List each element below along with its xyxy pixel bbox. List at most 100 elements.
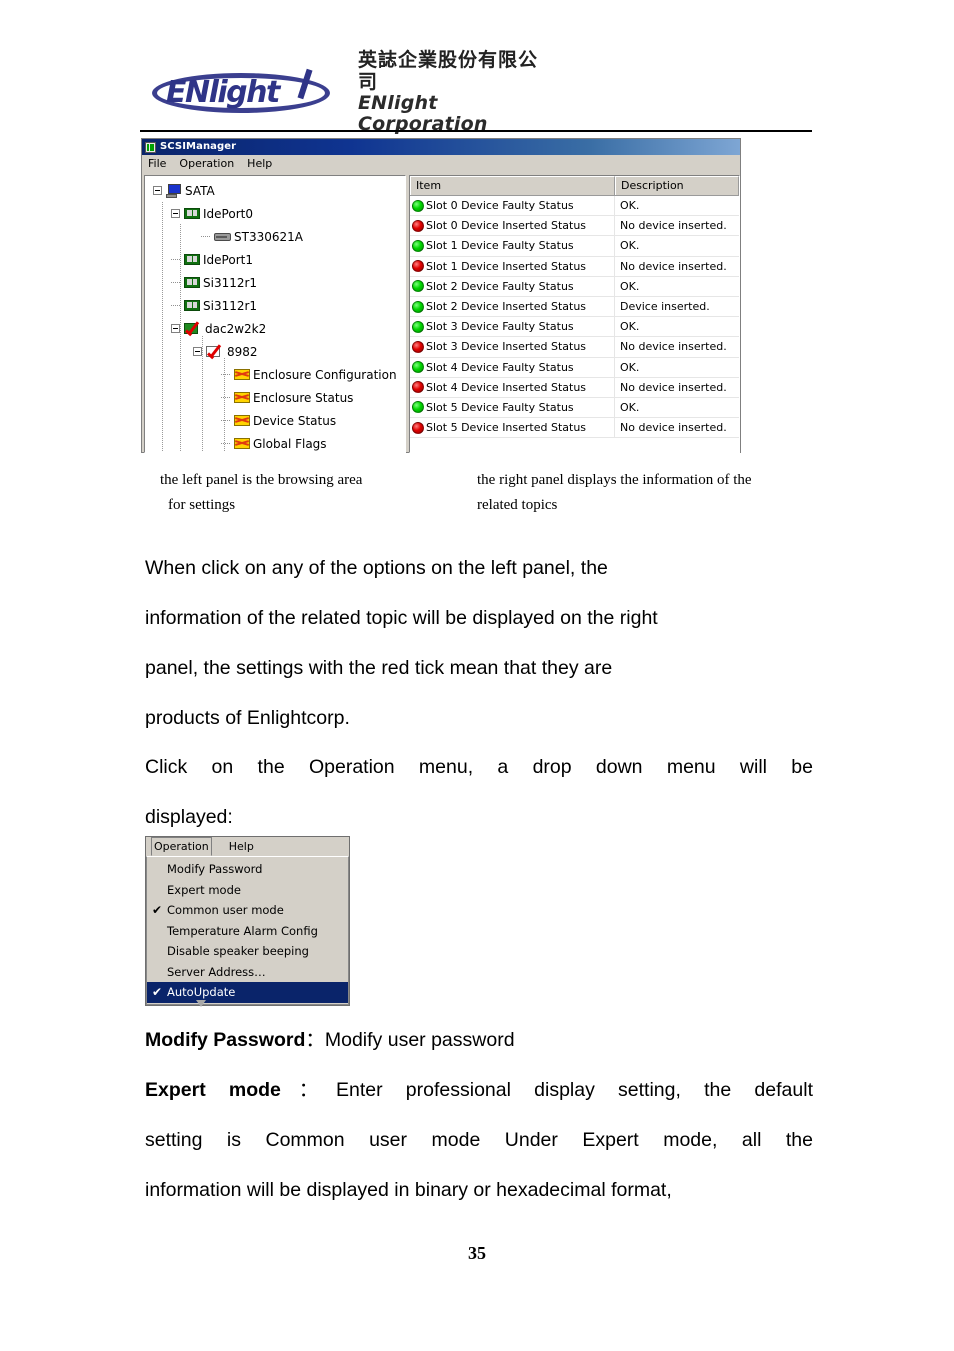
table-row[interactable]: Slot 5 Device Inserted Status No device … bbox=[410, 418, 739, 439]
caption-right-panel: the right panel displays the information… bbox=[477, 468, 842, 518]
definition-term: Expert mode bbox=[145, 1079, 281, 1101]
row-item-cell: Slot 2 Device Faulty Status bbox=[410, 276, 615, 296]
table-row[interactable]: Slot 4 Device Inserted Status No device … bbox=[410, 377, 739, 398]
column-header-item[interactable]: Item bbox=[410, 176, 615, 195]
row-item-label: Slot 1 Device Faulty Status bbox=[426, 239, 574, 253]
enlight-logo-mark: ENlight bbox=[152, 67, 342, 119]
row-item-label: Slot 2 Device Faulty Status bbox=[426, 279, 574, 293]
table-row[interactable]: Slot 0 Device Faulty Status OK. bbox=[410, 196, 739, 217]
tree-item-label: Device Status bbox=[253, 413, 337, 428]
menu-item-temperature-alarm-config[interactable]: Temperature Alarm Config bbox=[147, 921, 348, 942]
table-row[interactable]: Slot 4 Device Faulty Status OK. bbox=[410, 357, 739, 378]
logo-wordmark: ENlight bbox=[166, 75, 280, 110]
definition-line: Expert mode：Enter professional display s… bbox=[145, 1065, 813, 1115]
menu-item-label: Temperature Alarm Config bbox=[167, 923, 318, 938]
tree-item-si3112r1-a[interactable]: Si3112r1 bbox=[145, 271, 405, 294]
row-description-cell: No device inserted. bbox=[620, 219, 727, 233]
menu-help[interactable]: Help bbox=[226, 838, 257, 855]
table-row[interactable]: Slot 3 Device Inserted Status No device … bbox=[410, 337, 739, 358]
tree-item-enclosure-configuration[interactable]: Enclosure Configuration bbox=[145, 363, 405, 386]
expander-minus-icon[interactable] bbox=[171, 209, 180, 218]
device-tree-panel[interactable]: SATA IdePort0 ST330621A IdePort1 Si3112r… bbox=[144, 175, 406, 453]
tree-item-ideport1[interactable]: IdePort1 bbox=[145, 248, 405, 271]
dropdown-menubar: Operation Help bbox=[146, 837, 349, 856]
tree-item-label: SATA bbox=[185, 183, 215, 198]
row-description-cell: OK. bbox=[620, 360, 640, 374]
status-list-panel[interactable]: Item Description Slot 0 Device Faulty St… bbox=[409, 175, 740, 453]
drive-icon bbox=[214, 232, 231, 242]
table-row[interactable]: Slot 0 Device Inserted Status No device … bbox=[410, 216, 739, 237]
flag-icon bbox=[234, 368, 250, 381]
tree-connector bbox=[171, 301, 180, 310]
menu-help[interactable]: Help bbox=[247, 157, 272, 171]
menu-item-modify-password[interactable]: Modify Password bbox=[147, 859, 348, 880]
paragraph-line: panel, the settings with the red tick me… bbox=[145, 657, 613, 679]
menu-item-common-user-mode[interactable]: ✔ Common user mode bbox=[147, 900, 348, 921]
tree-item-label: Global Flags bbox=[253, 436, 327, 451]
table-row[interactable]: Slot 1 Device Faulty Status OK. bbox=[410, 236, 739, 257]
checkmark-icon: ✔ bbox=[151, 903, 163, 918]
tree-guide-line bbox=[162, 202, 163, 452]
menu-file[interactable]: File bbox=[148, 157, 166, 171]
row-item-cell: Slot 5 Device Inserted Status bbox=[410, 418, 615, 438]
column-header-description[interactable]: Description bbox=[615, 176, 739, 195]
tree-item-dac2w2k2[interactable]: dac2w2k2 bbox=[145, 317, 405, 340]
window-titlebar: SCSIManager bbox=[142, 139, 740, 155]
menu-item-server-address[interactable]: Server Address… bbox=[147, 962, 348, 983]
tree-item-8982[interactable]: 8982 bbox=[145, 340, 405, 363]
expander-minus-icon[interactable] bbox=[153, 186, 162, 195]
table-row[interactable]: Slot 3 Device Faulty Status OK. bbox=[410, 317, 739, 338]
menu-item-autoupdate[interactable]: ✔ AutoUpdate bbox=[147, 982, 348, 1003]
company-logo-header: ENlight 英誌企業股份有限公司 ENlight Corporation bbox=[152, 50, 552, 135]
tree-item-sata[interactable]: SATA bbox=[145, 179, 405, 202]
tree-connector bbox=[221, 416, 230, 425]
table-row[interactable]: Slot 5 Device Faulty Status OK. bbox=[410, 397, 739, 419]
row-item-label: Slot 3 Device Faulty Status bbox=[426, 320, 574, 334]
tree-item-label: IdePort0 bbox=[203, 206, 253, 221]
tree-item-st330621a[interactable]: ST330621A bbox=[145, 225, 405, 248]
header-divider bbox=[140, 130, 812, 132]
expander-minus-icon[interactable] bbox=[171, 324, 180, 333]
row-description-cell: OK. bbox=[620, 400, 640, 414]
row-description-cell: OK. bbox=[620, 320, 640, 334]
tree-item-device-status[interactable]: Device Status bbox=[145, 409, 405, 432]
menu-item-expert-mode[interactable]: Expert mode bbox=[147, 880, 348, 901]
row-description-cell: No device inserted. bbox=[620, 259, 727, 273]
tree-item-enclosure-status[interactable]: Enclosure Status bbox=[145, 386, 405, 409]
expander-minus-icon[interactable] bbox=[193, 347, 202, 356]
flag-icon bbox=[234, 437, 250, 450]
company-name-block: 英誌企業股份有限公司 ENlight Corporation bbox=[358, 50, 552, 135]
menu-operation[interactable]: Operation bbox=[179, 157, 234, 171]
row-item-cell: Slot 0 Device Inserted Status bbox=[410, 216, 615, 236]
menu-item-label: AutoUpdate bbox=[167, 985, 236, 1000]
table-row[interactable]: Slot 1 Device Inserted Status No device … bbox=[410, 256, 739, 277]
row-item-label: Slot 5 Device Faulty Status bbox=[426, 400, 574, 414]
row-item-cell: Slot 3 Device Faulty Status bbox=[410, 317, 615, 337]
tree-item-label: Si3112r1 bbox=[203, 298, 258, 313]
tree-item-global-flags[interactable]: Global Flags bbox=[145, 432, 405, 452]
tree-item-si3112r1-b[interactable]: Si3112r1 bbox=[145, 294, 405, 317]
row-item-label: Slot 0 Device Inserted Status bbox=[426, 219, 587, 233]
caption-left-panel: the left panel is the browsing area for … bbox=[160, 468, 420, 518]
flag-icon bbox=[234, 391, 250, 404]
row-item-label: Slot 4 Device Faulty Status bbox=[426, 360, 574, 374]
tree-guide-line bbox=[202, 336, 203, 452]
red-tick-icon bbox=[184, 321, 202, 337]
table-row[interactable]: Slot 2 Device Inserted Status Device ins… bbox=[410, 296, 739, 318]
tree-item-ideport0[interactable]: IdePort0 bbox=[145, 202, 405, 225]
table-row[interactable]: Slot 2 Device Faulty Status OK. bbox=[410, 276, 739, 297]
card-icon bbox=[184, 253, 200, 266]
paragraph-line: displayed: bbox=[145, 806, 233, 828]
status-led-icon bbox=[412, 361, 424, 374]
menu-item-disable-speaker-beeping[interactable]: Disable speaker beeping bbox=[147, 941, 348, 962]
caption-right-line1: the right panel displays the information… bbox=[477, 472, 752, 488]
menu-item-label: Modify Password bbox=[167, 862, 263, 877]
tree-item-label: ST330621A bbox=[234, 229, 303, 244]
menu-operation[interactable]: Operation bbox=[151, 837, 212, 856]
operation-dropdown-screenshot: Operation Help Modify Password Expert mo… bbox=[145, 836, 350, 1006]
caption-right-line2: related topics bbox=[477, 496, 558, 513]
flag-icon bbox=[234, 414, 250, 427]
row-item-label: Slot 3 Device Inserted Status bbox=[426, 340, 587, 354]
status-led-icon bbox=[412, 381, 424, 394]
row-item-label: Slot 0 Device Faulty Status bbox=[426, 199, 574, 213]
